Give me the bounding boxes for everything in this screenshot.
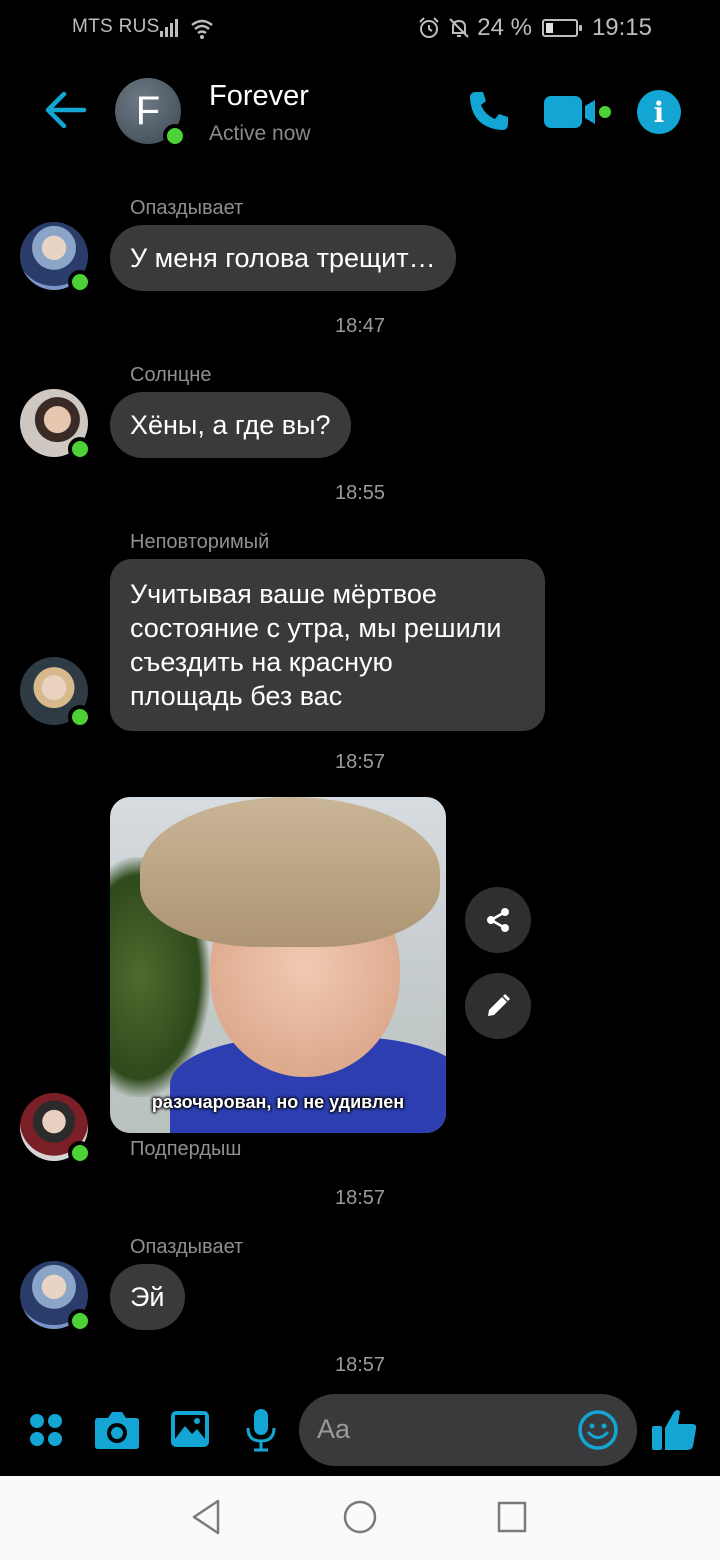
- chat-header: F Forever Active now i: [0, 64, 720, 164]
- message-sender: Неповторимый: [130, 531, 270, 553]
- image-message[interactable]: разочарован, но не удивлен: [110, 797, 446, 1133]
- microphone-icon[interactable]: [244, 1408, 278, 1452]
- edit-button[interactable]: [465, 973, 531, 1039]
- phone-call-icon[interactable]: [466, 88, 512, 134]
- back-arrow-icon[interactable]: [38, 82, 94, 138]
- camera-icon[interactable]: [94, 1408, 140, 1450]
- message-time: 18:57: [334, 751, 386, 773]
- message-time: 18:55: [334, 482, 386, 504]
- gallery-icon[interactable]: [170, 1410, 210, 1448]
- message-sender: Солнцне: [130, 364, 212, 386]
- clock: 19:15: [591, 14, 652, 41]
- video-call-icon[interactable]: [543, 92, 615, 132]
- sender-avatar[interactable]: [20, 1261, 92, 1333]
- battery-icon: [541, 19, 582, 37]
- system-navigation-bar: [0, 1476, 720, 1560]
- conversation-title[interactable]: Forever: [209, 80, 309, 113]
- nav-home-icon[interactable]: [342, 1498, 378, 1536]
- message-sender: Подпердыш: [130, 1138, 242, 1160]
- sender-avatar[interactable]: [20, 657, 92, 729]
- sender-avatar[interactable]: [20, 1093, 92, 1165]
- message-bubble[interactable]: Хёны, а где вы?: [110, 392, 351, 458]
- alarm-icon: [419, 17, 439, 38]
- message-bubble[interactable]: Эй: [110, 1264, 185, 1330]
- message-input[interactable]: Aa: [299, 1394, 637, 1466]
- online-indicator: [68, 1309, 92, 1333]
- online-indicator: [68, 437, 92, 461]
- online-indicator: [68, 270, 92, 294]
- sender-avatar[interactable]: [20, 389, 92, 461]
- nav-recents-icon[interactable]: [496, 1498, 528, 1536]
- emoji-icon[interactable]: [577, 1409, 619, 1451]
- pencil-icon: [488, 993, 511, 1016]
- battery-percent: 24 %: [477, 14, 532, 41]
- sender-avatar[interactable]: [20, 222, 92, 294]
- nav-back-icon[interactable]: [190, 1498, 222, 1536]
- online-indicator: [68, 705, 92, 729]
- status-bar: MTS RUS 24 % 19:15: [0, 0, 720, 56]
- like-thumbs-up-icon[interactable]: [650, 1406, 698, 1452]
- image-caption: разочарован, но не удивлен: [151, 1092, 405, 1112]
- group-avatar[interactable]: F: [115, 78, 187, 148]
- online-indicator: [163, 124, 187, 148]
- message-time: 18:47: [334, 315, 386, 337]
- message-time: 18:57: [334, 1187, 386, 1209]
- notifications-off-icon: [449, 18, 469, 38]
- message-composer: Aa: [0, 1394, 720, 1474]
- message-bubble[interactable]: Учитывая ваше мёртвое состояние с утра, …: [110, 559, 545, 731]
- message-sender: Опаздывает: [130, 197, 244, 219]
- message-time: 18:57: [334, 1354, 386, 1376]
- signal-wifi-icon: [160, 19, 213, 39]
- carrier-name: MTS RUS: [72, 16, 160, 37]
- share-button[interactable]: [465, 887, 531, 953]
- message-input-placeholder: Aa: [317, 1414, 351, 1444]
- active-status: Active now: [209, 122, 311, 145]
- group-avatar-letter: F: [135, 88, 161, 133]
- info-icon[interactable]: i: [637, 90, 681, 134]
- share-icon: [487, 908, 509, 932]
- online-indicator: [68, 1141, 92, 1165]
- message-bubble[interactable]: У меня голова трещит…: [110, 225, 456, 291]
- apps-grid-icon[interactable]: [28, 1412, 64, 1448]
- message-sender: Опаздывает: [130, 1236, 244, 1258]
